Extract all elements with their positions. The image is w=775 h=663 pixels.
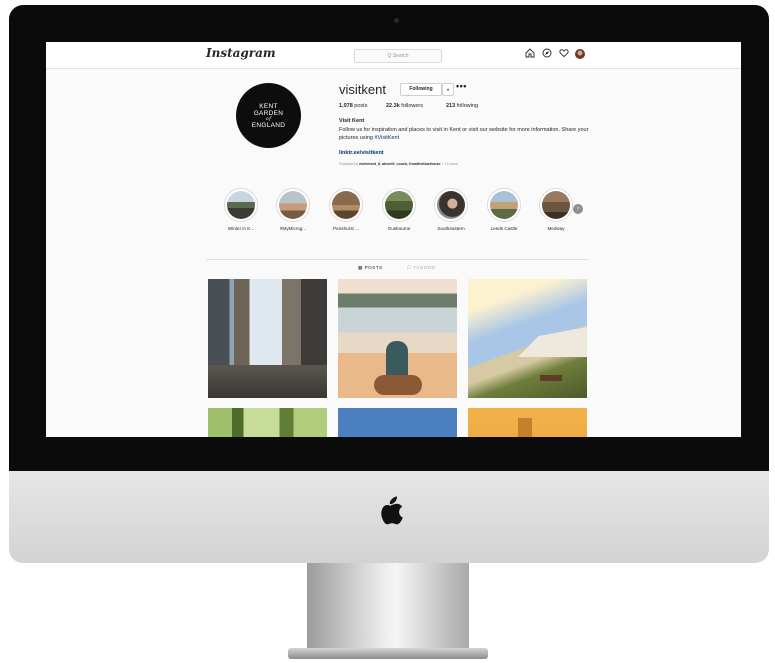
post-image	[468, 279, 587, 398]
post-image	[468, 408, 587, 437]
highlight-label: Medway	[547, 226, 565, 231]
highlight-image	[490, 191, 518, 219]
more-options-button[interactable]: •••	[456, 81, 467, 91]
post-thumbnail-sunset[interactable]	[468, 408, 587, 437]
apple-logo-icon	[381, 496, 403, 525]
highlight-item[interactable]: Medway	[536, 188, 576, 231]
highlight-label: Penshurst ...	[333, 226, 359, 231]
hashtag-link[interactable]: #VisitKent	[374, 135, 399, 141]
suggestions-dropdown-button[interactable]: ▾	[442, 83, 454, 96]
avatar-text-line: KENT	[259, 102, 278, 110]
highlight-ring	[382, 188, 416, 222]
highlight-ring	[539, 188, 573, 222]
home-icon[interactable]	[524, 48, 536, 60]
imac-stand-base	[288, 648, 488, 659]
screen: Instagram Q Search KENT GARDEN of ENGLAN…	[46, 42, 741, 437]
highlight-image	[279, 191, 307, 219]
highlight-ring	[276, 188, 310, 222]
search-input[interactable]: Q Search	[354, 49, 442, 63]
tabs-divider	[206, 259, 589, 260]
highlight-item[interactable]: Southeastern	[431, 188, 471, 231]
highlight-image	[437, 191, 465, 219]
cliff-face	[518, 327, 587, 357]
profile-avatar-large[interactable]: KENT GARDEN of ENGLAND	[236, 83, 301, 148]
highlight-image	[332, 191, 360, 219]
profile-avatar[interactable]	[575, 49, 585, 59]
highlight-image	[385, 191, 413, 219]
post-thumbnail-trees[interactable]	[208, 408, 327, 437]
post-thumbnail-street[interactable]	[208, 279, 327, 398]
following-count[interactable]: 213 following	[446, 103, 478, 109]
heart-icon[interactable]	[558, 48, 570, 60]
highlight-ring	[487, 188, 521, 222]
highlight-item[interactable]: #MyMicrog...	[273, 188, 313, 231]
highlight-label: Gusbourne	[387, 226, 411, 231]
post-thumbnail-statue[interactable]	[338, 279, 457, 398]
post-thumbnail-sky[interactable]	[338, 408, 457, 437]
post-image	[208, 408, 327, 437]
posts-count: 1,078 posts	[339, 103, 368, 109]
post-image	[338, 408, 457, 437]
cathedral-silhouette	[518, 418, 532, 437]
tab-posts[interactable]: ▦ POSTS	[358, 265, 383, 271]
highlight-image	[227, 191, 255, 219]
camera-icon	[394, 18, 399, 23]
highlight-label: Winter in K...	[227, 226, 255, 231]
highlight-label: #MyMicrog...	[279, 226, 307, 231]
highlight-image	[542, 191, 570, 219]
imac-stand	[307, 563, 469, 651]
highlight-item[interactable]: Leeds Castle	[484, 188, 524, 231]
post-image	[208, 279, 327, 398]
bio-name: Visit Kent	[339, 118, 365, 124]
instagram-logo[interactable]: Instagram	[206, 46, 276, 60]
highlight-ring	[224, 188, 258, 222]
street-ground	[208, 364, 327, 398]
tab-tagged[interactable]: ☐ TAGGED	[407, 265, 435, 271]
followed-by-text[interactable]: Followed by mclement_8, alexrelt_couch, …	[339, 162, 458, 166]
imac-chin	[9, 471, 769, 563]
post-image	[338, 279, 457, 398]
bio-website-link[interactable]: linktr.ee/visitkent	[339, 150, 384, 156]
highlight-label: Southeastern	[437, 226, 465, 231]
highlight-item[interactable]: Winter in K...	[221, 188, 261, 231]
highlight-ring	[434, 188, 468, 222]
highlight-label: Leeds Castle	[490, 226, 518, 231]
following-button[interactable]: Following	[400, 83, 442, 96]
top-navigation-bar: Instagram Q Search	[46, 42, 741, 69]
highlight-ring	[329, 188, 363, 222]
post-thumbnail-cliffs[interactable]	[468, 279, 587, 398]
bio-text: Follow us for inspiration and places to …	[339, 127, 589, 141]
bench	[540, 375, 562, 381]
highlight-item[interactable]: Penshurst ...	[326, 188, 366, 231]
highlight-item[interactable]: Gusbourne	[379, 188, 419, 231]
chevron-right-icon[interactable]: ›	[573, 204, 583, 214]
avatar-text-line: ENGLAND	[251, 121, 286, 129]
explore-icon[interactable]	[541, 48, 553, 60]
statue-rock	[374, 375, 422, 395]
profile-username: visitkent	[339, 82, 386, 97]
followers-count[interactable]: 22.3k followers	[386, 103, 423, 109]
